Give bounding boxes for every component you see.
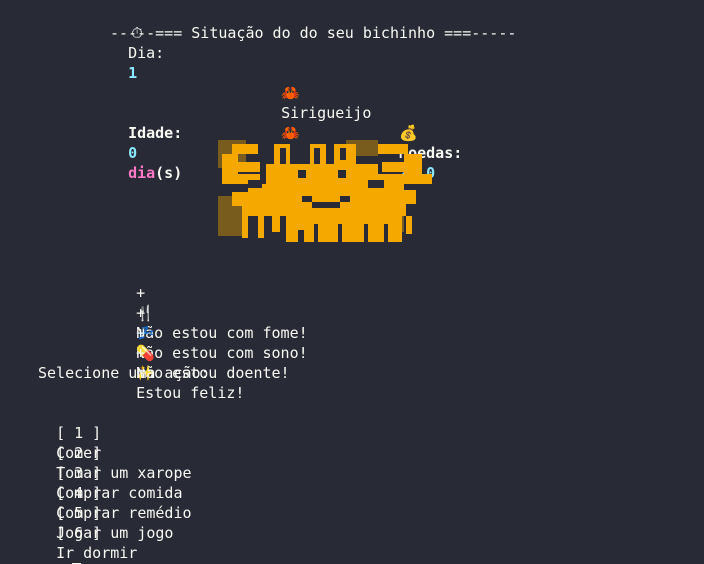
menu-option-1[interactable]: [ 1 ] Comer (38, 403, 101, 462)
crab-sprite (218, 140, 432, 242)
status-text: Não estou com sono! (136, 344, 308, 362)
menu-option-4[interactable]: [ 4 ] Comprar remédio (38, 463, 191, 522)
day-value: 1 (128, 64, 138, 82)
age-suffix: (s) (155, 164, 183, 182)
age-unit: dia (128, 164, 156, 182)
day-line: ⏱ Dia: 1 (110, 3, 164, 82)
status-item-sleep: + 💤 Não estou com sono! (118, 283, 308, 362)
command-input[interactable]: [ (38, 543, 82, 564)
menu-option-6[interactable]: [ 6 ] Ir dormir (38, 503, 137, 562)
crab-sprite-body (222, 144, 432, 242)
menu-prompt: Selecione uma ação: (38, 364, 210, 382)
status-text: Estou feliz! (136, 384, 245, 402)
pet-name: Sirigueijo (281, 104, 372, 122)
menu-option-key: [ 6 ] (56, 524, 102, 542)
menu-option-3[interactable]: [ 3 ] Comprar comida (38, 443, 182, 502)
age-label: Idade: (128, 124, 183, 142)
status-item-hunger: + 🍴 Não estou com fome! (118, 263, 308, 342)
status-item-health: + 💊 Não estou doente! (118, 303, 290, 382)
status-title: -----=== Situação do do seu bichinho ===… (110, 24, 517, 42)
pet-name-line: 🦀 Sirigueijo 🦀 (263, 63, 371, 142)
status-bullet: + (136, 344, 146, 362)
menu-option-5[interactable]: [ 5 ] Jogar um jogo (38, 483, 173, 542)
age-value: 0 (128, 144, 138, 162)
coins-line: 💰 Moedas: 21.0 (381, 103, 462, 182)
day-label: Dia: (128, 44, 165, 62)
status-item-happiness: + ✨ Estou feliz! (118, 323, 244, 402)
menu-option-2[interactable]: [ 2 ] Tomar um xarope (38, 423, 191, 482)
crab-icon: 🦀 (281, 84, 300, 102)
age-line: Idade: 0 dia(s) (110, 103, 182, 182)
